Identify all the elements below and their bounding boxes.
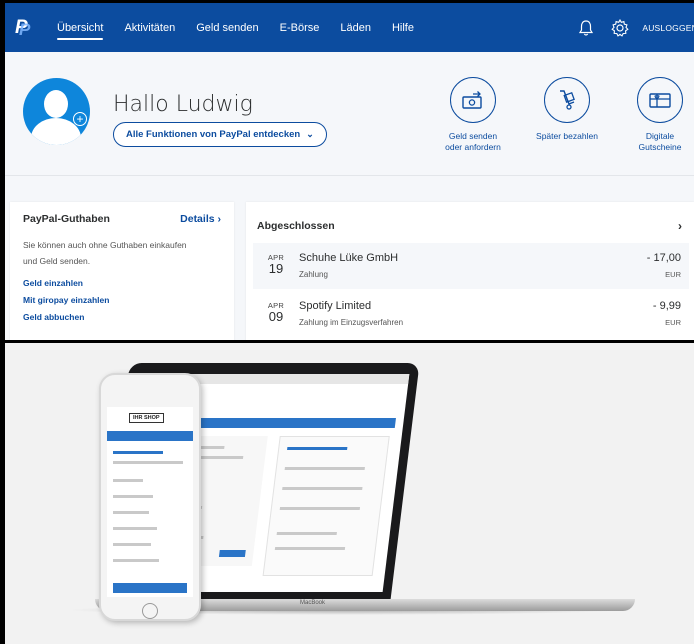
smartphone: IHR SHOP xyxy=(99,373,201,621)
transaction-row[interactable]: APR 19 Schuhe Lüke GmbH Zahlung - 17,00 … xyxy=(253,243,689,289)
transaction-currency: EUR xyxy=(665,270,681,279)
phone-screen: IHR SHOP xyxy=(107,407,193,597)
transaction-day: 09 xyxy=(268,309,284,324)
quick-action-gift-cards[interactable]: Digitale Gutscheine xyxy=(620,77,694,153)
section-divider xyxy=(5,175,694,176)
gear-icon[interactable] xyxy=(610,18,630,38)
send-money-icon xyxy=(462,91,482,109)
pay-later-icon xyxy=(560,90,575,110)
quick-action-label: Digitale xyxy=(645,131,675,141)
quick-action-send-money[interactable]: Geld senden oder anfordern xyxy=(433,77,513,153)
greeting-title: Hallo Ludwig xyxy=(113,92,253,117)
explore-features-button[interactable]: Alle Funktionen von PayPal entdecken ⌄ xyxy=(113,122,327,147)
nav-menu: Übersicht Aktivitäten Geld senden E-Börs… xyxy=(57,3,435,52)
shop-logo: IHR SHOP xyxy=(129,413,164,423)
chevron-right-icon: › xyxy=(217,213,222,225)
giropay-link[interactable]: Mit giropay einzahlen xyxy=(23,292,221,309)
avatar[interactable]: + xyxy=(23,78,90,145)
transaction-type: Zahlung xyxy=(299,270,328,279)
transaction-merchant: Spotify Limited xyxy=(299,300,372,312)
nav-item-overview[interactable]: Übersicht xyxy=(57,3,104,52)
top-nav: PP Übersicht Aktivitäten Geld senden E-B… xyxy=(5,3,694,52)
transaction-row[interactable]: APR 09 Spotify Limited Zahlung im Einzug… xyxy=(253,291,689,337)
device-mockup-image: IHR SHOP MacBook IHR SHOP xyxy=(5,343,694,644)
transaction-merchant: Schuhe Lüke GmbH xyxy=(299,252,399,264)
home-button xyxy=(142,603,158,619)
welcome-section: + Hallo Ludwig Alle Funktionen von PayPa… xyxy=(5,52,694,172)
add-photo-icon[interactable]: + xyxy=(73,112,87,126)
quick-action-pay-later[interactable]: Später bezahlen xyxy=(527,77,607,142)
details-link[interactable]: Details › xyxy=(180,213,221,225)
transaction-currency: EUR xyxy=(665,318,681,327)
balance-card: PayPal-Guthaben Details › Sie können auc… xyxy=(10,202,234,340)
nav-item-help[interactable]: Hilfe xyxy=(392,3,414,52)
withdraw-link[interactable]: Geld abbuchen xyxy=(23,309,221,326)
chevron-down-icon: ⌄ xyxy=(306,129,314,139)
transaction-amount: - 9,99 xyxy=(652,300,681,312)
nav-item-activities[interactable]: Aktivitäten xyxy=(124,3,175,52)
quick-action-label: Gutscheine xyxy=(638,142,682,152)
transaction-amount: - 17,00 xyxy=(646,252,681,264)
gift-card-icon xyxy=(649,93,671,108)
completed-transactions-card: Abgeschlossen › APR 19 Schuhe Lüke GmbH … xyxy=(246,202,694,340)
nav-item-send-money[interactable]: Geld senden xyxy=(196,3,258,52)
paypal-overview-screenshot: PP Übersicht Aktivitäten Geld senden E-B… xyxy=(5,3,694,340)
add-money-link[interactable]: Geld einzahlen xyxy=(23,275,221,292)
paypal-logo-icon[interactable]: PP xyxy=(15,17,31,39)
balance-description: Sie können auch ohne Guthaben einkaufen … xyxy=(23,240,187,266)
bell-icon[interactable] xyxy=(576,18,596,38)
nav-item-e-boerse[interactable]: E-Börse xyxy=(280,3,320,52)
logout-link[interactable]: AUSLOGGEN xyxy=(642,23,694,33)
quick-action-label: oder anfordern xyxy=(445,142,501,152)
explore-features-label: Alle Funktionen von PayPal entdecken xyxy=(126,129,301,140)
balance-title: PayPal-Guthaben xyxy=(23,213,110,225)
transaction-type: Zahlung im Einzugsverfahren xyxy=(299,318,404,327)
quick-action-label: Geld senden xyxy=(448,131,498,141)
transaction-day: 19 xyxy=(268,261,284,276)
laptop-brand-label: MacBook xyxy=(300,600,326,606)
chevron-right-icon[interactable]: › xyxy=(678,219,682,233)
quick-action-label: Später bezahlen xyxy=(536,131,598,141)
nav-item-shops[interactable]: Läden xyxy=(340,3,371,52)
completed-title: Abgeschlossen xyxy=(257,220,335,232)
